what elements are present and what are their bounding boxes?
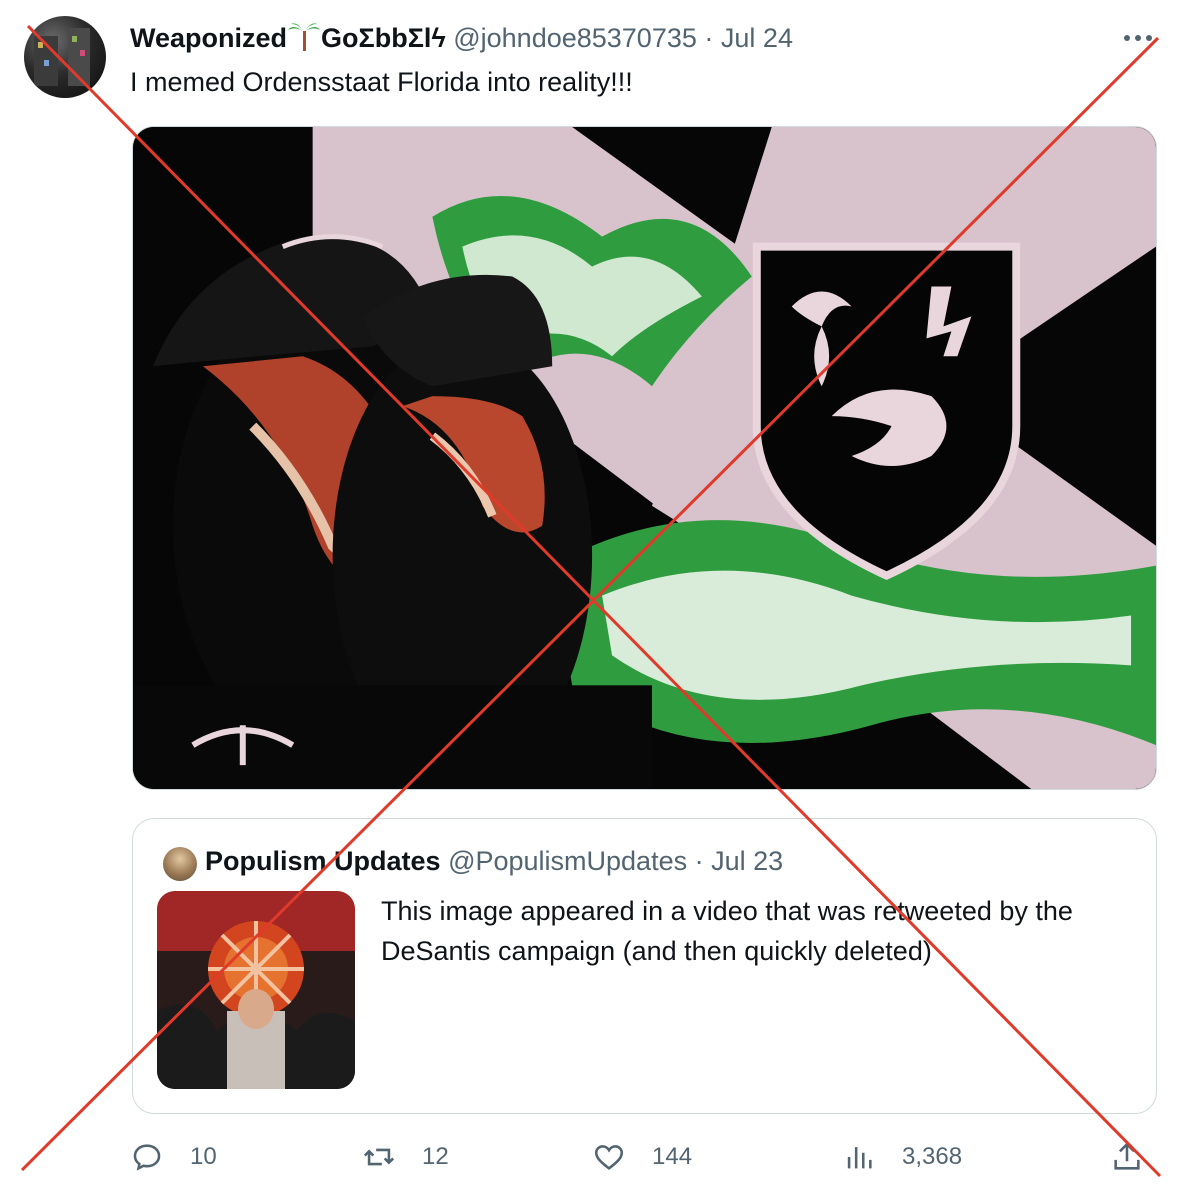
meme-image (133, 127, 1156, 789)
like-icon (594, 1145, 624, 1170)
quoted-tweet-card[interactable]: Populism Updates @PopulismUpdates · Jul … (132, 818, 1157, 1114)
share-action[interactable] (1110, 1140, 1144, 1174)
tweet-date[interactable]: Jul 24 (721, 23, 793, 53)
reply-action[interactable]: 10 (130, 1140, 217, 1174)
palm-tree-emoji (288, 23, 321, 51)
retweet-icon (363, 1148, 395, 1166)
quoted-author-handle[interactable]: @PopulismUpdates (448, 846, 687, 876)
reply-icon (133, 1144, 161, 1171)
like-action[interactable]: 144 (592, 1140, 692, 1174)
avatar-image (34, 28, 90, 86)
quoted-tweet-date[interactable]: Jul 23 (711, 846, 783, 876)
quoted-thumbnail-image (157, 891, 355, 1089)
views-icon (847, 1147, 872, 1169)
views-count: 3,368 (902, 1143, 963, 1170)
retweet-action[interactable]: 12 (362, 1140, 449, 1174)
quoted-author-name[interactable]: Populism Updates (205, 846, 441, 876)
quoted-author-avatar[interactable] (163, 847, 197, 881)
quoted-media-thumbnail[interactable] (157, 891, 355, 1089)
share-icon (1114, 1142, 1140, 1170)
tweet-header: Weaponized GoΣbbΣlϟ @johndoe85370735 · J… (130, 20, 793, 56)
tweet-media-image[interactable] (132, 126, 1157, 790)
author-handle[interactable]: @johndoe85370735 (453, 23, 697, 53)
more-options-icon[interactable] (1124, 28, 1156, 48)
display-name-part-2[interactable]: GoΣbbΣlϟ (321, 23, 446, 53)
quoted-tweet-header: Populism Updates @PopulismUpdates · Jul … (205, 843, 783, 879)
header-separator: · (704, 23, 714, 53)
like-count: 144 (652, 1143, 693, 1170)
quoted-tweet-text: This image appeared in a video that was … (381, 896, 1073, 966)
retweet-count: 12 (422, 1143, 449, 1170)
views-action[interactable]: 3,368 (842, 1140, 962, 1174)
tweet-actions-bar: 10 12 144 3,368 (130, 1140, 1150, 1184)
author-avatar[interactable] (24, 16, 106, 98)
tweet-text: I memed Ordensstaat Florida into reality… (130, 67, 633, 97)
quoted-header-separator: · (694, 846, 704, 876)
reply-count: 10 (190, 1143, 217, 1170)
author-display-name[interactable]: Weaponized GoΣbbΣlϟ (130, 23, 446, 53)
display-name-part-1[interactable]: Weaponized (130, 23, 287, 53)
